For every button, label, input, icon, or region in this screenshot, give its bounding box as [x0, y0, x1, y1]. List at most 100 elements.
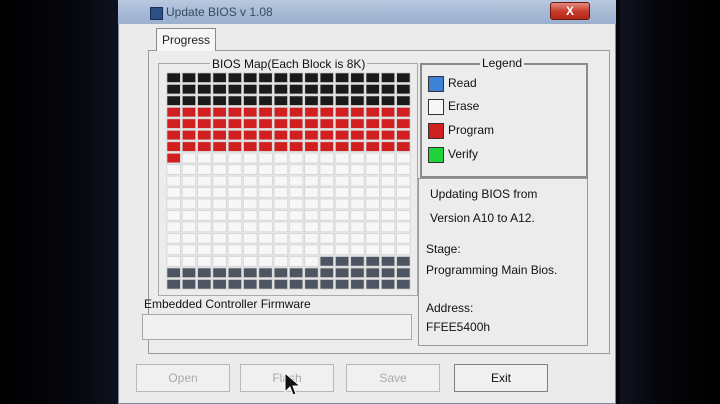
bios-block: [395, 187, 411, 198]
bios-block: [273, 232, 289, 244]
bios-block: [212, 72, 227, 84]
bios-block: [304, 72, 319, 84]
bios-block: [212, 232, 227, 244]
bios-block: [258, 198, 273, 210]
bios-block: [196, 221, 212, 233]
bios-block: [288, 267, 304, 279]
monitor-bezel-right: [620, 0, 720, 404]
bios-block: [196, 232, 212, 244]
bios-block: [365, 129, 381, 141]
bios-block: [350, 152, 365, 164]
app-icon: [150, 7, 163, 20]
bios-block: [365, 106, 381, 118]
bios-block: [196, 129, 212, 141]
bios-block: [319, 232, 335, 244]
bios-block: [319, 83, 335, 95]
mouse-pointer-icon: [284, 372, 302, 396]
bios-block: [227, 198, 243, 210]
bios-block: [181, 221, 197, 233]
legend-label-read: Read: [448, 76, 477, 90]
bios-block: [395, 175, 411, 187]
bios-block: [181, 232, 197, 244]
bios-block: [227, 244, 243, 256]
bios-block: [166, 198, 182, 210]
bios-block: [288, 106, 304, 118]
bios-block: [196, 106, 212, 118]
bios-block: [227, 164, 243, 175]
bios-block: [350, 187, 365, 198]
bios-block: [273, 187, 289, 198]
bios-block: [166, 232, 182, 244]
bios-block: [288, 198, 304, 210]
bios-block: [227, 141, 243, 153]
bios-block: [273, 175, 289, 187]
bios-block: [273, 244, 289, 256]
bios-block: [258, 244, 273, 256]
open-button[interactable]: Open: [136, 364, 230, 392]
bios-block: [212, 187, 227, 198]
bios-block: [304, 267, 319, 279]
bios-block: [196, 72, 212, 84]
bios-block: [334, 152, 350, 164]
bios-block: [288, 187, 304, 198]
bios-block: [395, 118, 411, 130]
bios-block: [196, 175, 212, 187]
legend-label-program: Program: [448, 123, 495, 137]
bios-block: [242, 118, 258, 130]
close-button[interactable]: X: [550, 2, 590, 20]
bios-block: [395, 244, 411, 256]
bios-block: [258, 187, 273, 198]
bios-block: [380, 198, 396, 210]
bios-block: [181, 209, 197, 221]
bios-block: [212, 278, 227, 290]
bios-block: [258, 232, 273, 244]
bios-block: [334, 83, 350, 95]
bios-block: [395, 141, 411, 153]
ec-firmware-field[interactable]: [142, 314, 412, 340]
bios-block: [273, 255, 289, 267]
bios-block: [395, 83, 411, 95]
bios-block: [380, 232, 396, 244]
bios-block: [304, 209, 319, 221]
bios-block: [258, 118, 273, 130]
bios-block: [304, 175, 319, 187]
bios-block: [350, 129, 365, 141]
bios-block: [395, 255, 411, 267]
bios-block: [319, 187, 335, 198]
bios-block: [365, 72, 381, 84]
bios-block: [350, 244, 365, 256]
bios-block: [227, 267, 243, 279]
bios-block: [334, 209, 350, 221]
bios-block: [288, 129, 304, 141]
bios-block: [242, 209, 258, 221]
status-line-1: Updating BIOS from: [430, 187, 538, 201]
bios-block: [395, 106, 411, 118]
bios-block: [212, 152, 227, 164]
bios-block: [181, 187, 197, 198]
bios-block: [395, 198, 411, 210]
bios-block: [181, 72, 197, 84]
bios-block: [304, 106, 319, 118]
exit-button[interactable]: Exit: [454, 364, 548, 392]
bios-block: [334, 232, 350, 244]
bios-block: [242, 232, 258, 244]
save-button[interactable]: Save: [346, 364, 440, 392]
bios-block: [227, 129, 243, 141]
bios-block: [242, 106, 258, 118]
bios-block: [365, 152, 381, 164]
bios-block: [258, 152, 273, 164]
bios-block: [334, 278, 350, 290]
bios-block: [181, 129, 197, 141]
status-line-2: Version A10 to A12.: [430, 211, 535, 225]
bios-block: [304, 129, 319, 141]
bios-block: [319, 209, 335, 221]
bios-block: [288, 83, 304, 95]
tab-progress[interactable]: Progress: [156, 28, 216, 51]
title-bar[interactable]: Update BIOS v 1.08 X: [118, 0, 616, 24]
bios-block: [380, 106, 396, 118]
bios-block: [166, 244, 182, 256]
bios-block: [212, 164, 227, 175]
bios-block: [350, 175, 365, 187]
bios-map-title: BIOS Map(Each Block is 8K): [210, 57, 368, 71]
bios-block: [334, 141, 350, 153]
